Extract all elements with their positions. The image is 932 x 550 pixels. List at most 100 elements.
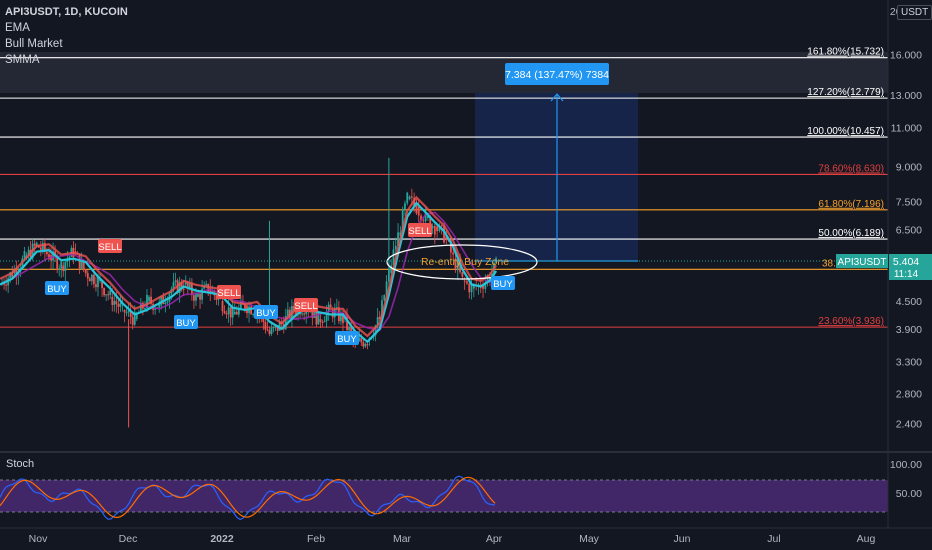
time-tick-label: Dec [119,533,138,545]
price-tick-label: 2.400 [896,418,922,430]
time-tick-label: Jun [674,533,691,545]
time-tick-label: Jul [767,533,780,545]
candle-body [463,280,466,282]
candle-body [319,319,322,322]
price-tick-label: 13.000 [890,90,922,102]
fib-label: 100.00%(10.457) [807,126,884,137]
candle-body [233,311,236,315]
stoch-tick-label: 100.00 [890,459,922,471]
candle-body [394,245,397,250]
candle-body [95,284,97,288]
time-tick-label: Aug [857,533,876,545]
sell-signal-label: SELL [408,226,431,237]
price-tick-label: 9.000 [896,161,922,173]
candle-body [348,327,350,331]
buy-signal-label: BUY [337,334,357,345]
candle-body [123,309,126,313]
fib-label: 50.00%(6.189) [818,228,884,239]
buy-signal-label: BUY [256,308,276,319]
price-badge-countdown: 11:14 [894,269,919,280]
indicator-bull-market[interactable]: Bull Market [5,36,128,52]
chart-legend: API3USDT, 1D, KUCOIN EMA Bull Market SMM… [5,4,128,68]
candle-body [433,226,436,235]
candle-body [148,296,150,302]
candle-body [115,301,118,304]
time-tick-label: Apr [486,533,503,545]
reentry-label: Re-entry Buy Zone [421,256,509,268]
stoch-title[interactable]: Stoch [6,458,34,470]
candle-body [119,303,122,307]
price-tick-label: 2.800 [896,388,922,400]
candle-body [264,322,267,330]
candle-body [440,225,443,227]
candle-body [201,288,203,300]
candle-body [199,293,201,300]
candle-body [235,311,238,315]
candle-body [461,272,464,277]
candle-body [272,327,275,329]
candle-body [84,269,87,274]
candle-body [207,283,210,293]
time-tick-label: Mar [393,533,412,545]
candle-body [23,251,26,259]
sell-signal-label: SELL [217,288,240,299]
fib-label: 78.60%(8.630) [818,163,884,174]
candle-body [468,283,471,293]
candle-body [60,261,63,269]
candle-body [415,205,418,214]
time-tick-label: Feb [307,533,325,545]
candle-body [105,294,108,296]
candle-body [111,296,114,305]
candle-body [383,294,386,301]
candle-body [144,308,146,310]
candle-body [406,192,409,204]
candle-body [193,295,195,301]
price-tick-label: 4.500 [896,296,922,308]
candle-body [174,280,177,282]
buy-signal-label: BUY [493,279,513,290]
indicator-smma[interactable]: SMMA [5,52,128,68]
candle-body [404,203,406,210]
candle-body [323,320,326,323]
price-chart[interactable]: 7.384 (137.47%) 7384 Re-entry Buy Zone B… [0,0,932,550]
candle-body [33,243,36,246]
candle-body [62,265,65,272]
price-tick-label: 6.500 [896,225,922,237]
candle-body [223,311,226,314]
candle-body [109,290,112,295]
stoch-tick-label: 50.00 [896,488,922,500]
candle-body [182,288,185,290]
symbol-title[interactable]: API3USDT, 1D, KUCOIN [5,4,128,20]
candle-body [5,284,8,286]
candle-body [362,342,365,347]
candle-body [58,268,61,270]
price-tick-label: 16.000 [890,49,922,61]
candle-body [125,312,128,314]
candle-body [113,301,116,305]
candle-body [93,274,95,285]
currency-unit[interactable]: USDT [897,5,932,20]
candle-body [268,330,271,335]
price-badge-symbol: API3USDT [838,257,887,268]
candle-body [452,252,455,255]
candle-body [107,294,110,296]
candle-body [39,247,42,250]
candle-body [303,313,306,315]
candle-body [229,307,232,318]
candle-body [364,344,367,347]
candle-body [225,313,228,315]
candle-body [197,293,199,297]
fib-label: 127.20%(12.779) [807,87,884,98]
candle-body [470,285,473,293]
candle-body [221,301,224,312]
candle-body [166,301,169,303]
candle-body [329,304,332,308]
fib-label: 61.80%(7.196) [818,199,884,210]
indicator-ema[interactable]: EMA [5,20,128,36]
candle-body [88,278,91,282]
time-tick-label: Nov [29,533,48,545]
candle-body [266,329,269,331]
candle-body [131,316,134,325]
candle-body [466,281,468,284]
candle-body [301,313,304,315]
